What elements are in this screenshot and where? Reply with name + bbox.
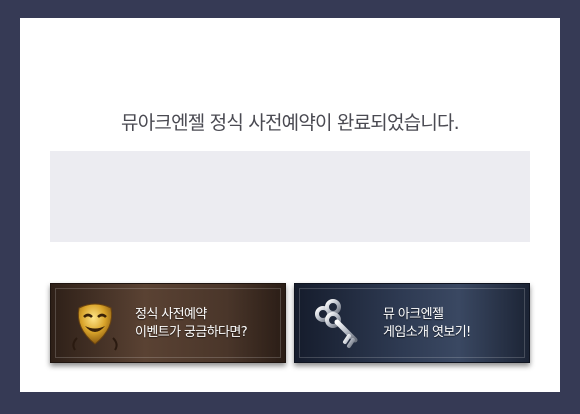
- banner-line: 뮤 아크엔젤: [383, 307, 444, 322]
- modal-panel: 뮤아크엔젤 정식 사전예약이 완료되었습니다. 정식 사전예약 이벤트가 궁금하…: [20, 18, 560, 392]
- event-banner-button[interactable]: 정식 사전예약 이벤트가 궁금하다면?: [50, 283, 286, 363]
- banner-line: 이벤트가 궁금하다면?: [135, 325, 248, 340]
- info-box: [50, 151, 530, 242]
- banner-line: 게임소개 엿보기!: [383, 325, 471, 340]
- banner-text: 정식 사전예약 이벤트가 궁금하다면?: [135, 306, 248, 342]
- theater-mask-icon: [72, 303, 118, 351]
- game-intro-banner-button[interactable]: 뮤 아크엔젤 게임소개 엿보기!: [294, 283, 530, 363]
- key-icon: [315, 299, 358, 348]
- banner-text: 뮤 아크엔젤 게임소개 엿보기!: [383, 306, 471, 342]
- completion-message: 뮤아크엔젤 정식 사전예약이 완료되었습니다.: [121, 112, 460, 134]
- banner-line: 정식 사전예약: [135, 307, 207, 322]
